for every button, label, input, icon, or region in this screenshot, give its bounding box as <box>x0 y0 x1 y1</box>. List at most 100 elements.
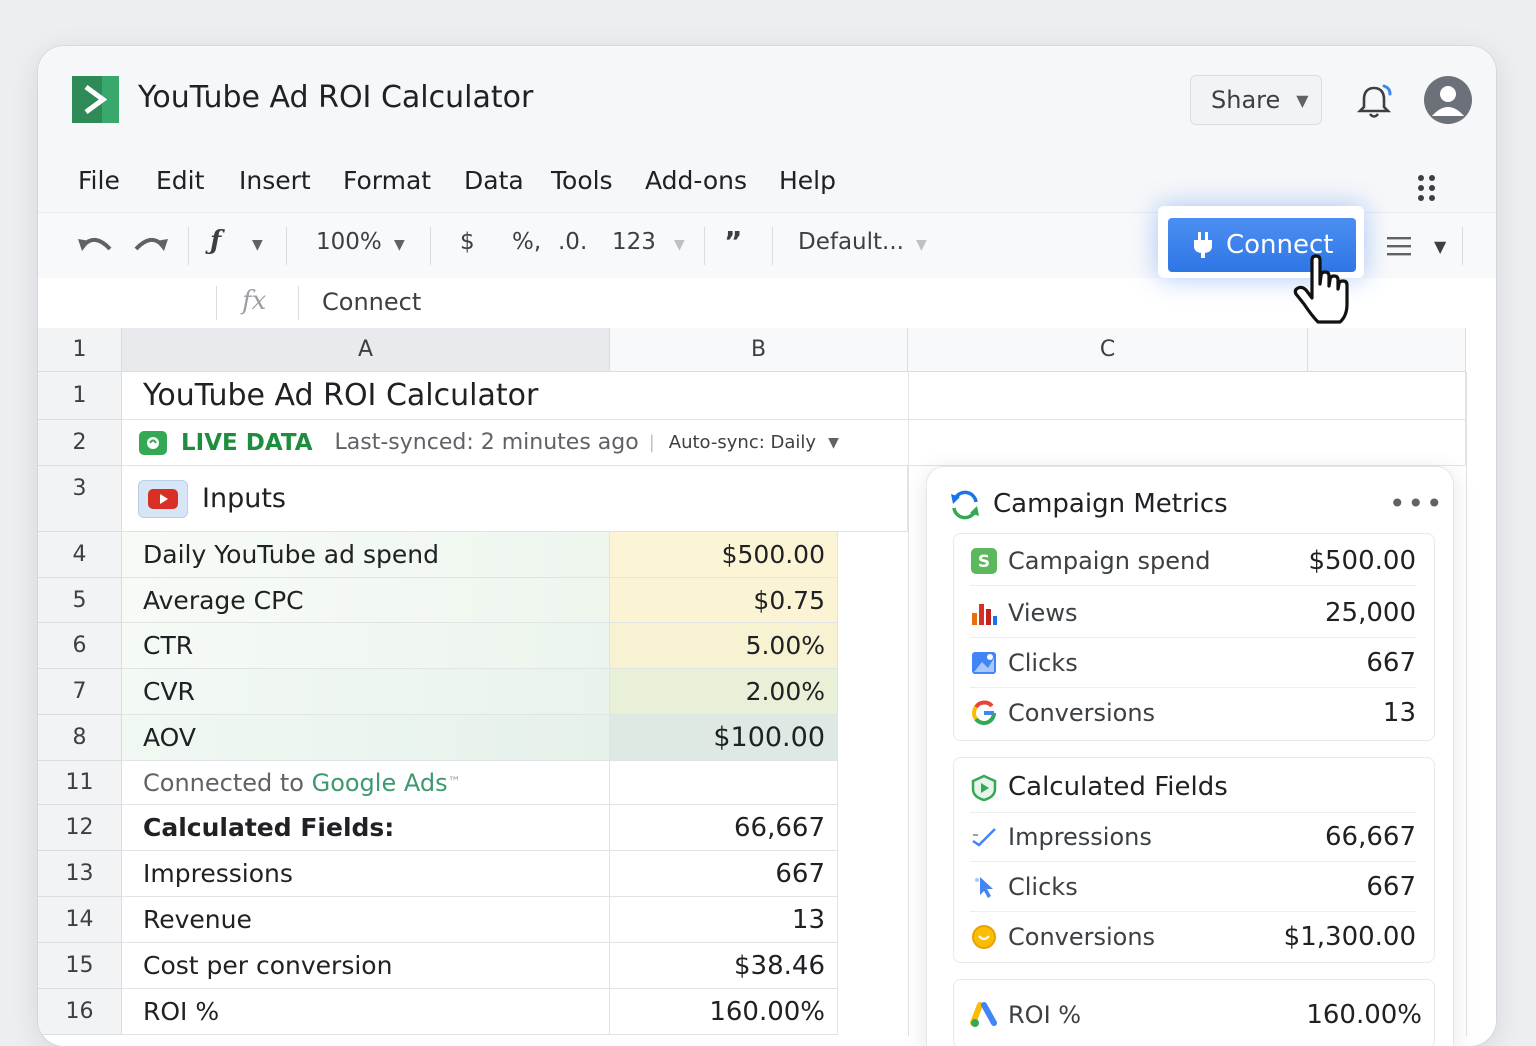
grid-line <box>908 372 909 466</box>
calculated-fields-title: Calculated Fields <box>1008 772 1228 802</box>
live-data-cell[interactable]: LIVE DATA Last-synced: 2 minutes ago | A… <box>122 420 1466 466</box>
apps-grid-icon[interactable] <box>1416 174 1438 202</box>
input-label-cell[interactable]: Average CPC <box>122 578 610 623</box>
trademark-mark: ™ <box>447 775 461 790</box>
row-header[interactable]: 2 <box>38 420 122 466</box>
row-header[interactable]: 12 <box>38 805 122 851</box>
align-menu-icon[interactable] <box>1386 235 1412 257</box>
campaign-card: S Campaign spend $500.00 Views 25,000 Cl… <box>953 533 1435 741</box>
calc-label-cell[interactable]: Revenue <box>122 897 610 943</box>
bar-chart-icon <box>970 599 998 627</box>
corner-cell[interactable]: 1 <box>38 328 122 372</box>
row-header[interactable]: 7 <box>38 669 122 715</box>
function-icon[interactable]: ƒ <box>210 226 221 256</box>
menu-tools[interactable]: Tools <box>551 166 613 195</box>
menu-file[interactable]: File <box>78 166 120 195</box>
input-label-cell[interactable]: CTR <box>122 623 610 669</box>
calc-value-cell[interactable]: 13 <box>610 897 838 943</box>
metric-row[interactable]: Conversions $1,300.00 <box>970 912 1416 962</box>
google-icon <box>970 699 998 727</box>
metric-row[interactable]: Conversions 13 <box>970 688 1416 738</box>
row-header[interactable]: 8 <box>38 715 122 761</box>
user-avatar-icon[interactable] <box>1424 76 1472 124</box>
calc-label-cell[interactable]: Cost per conversion <box>122 943 610 989</box>
zoom-chevron-icon[interactable]: ▼ <box>394 237 405 253</box>
column-header-b[interactable]: B <box>610 328 908 372</box>
column-header-c[interactable]: C <box>908 328 1308 372</box>
input-value-cell[interactable]: $0.75 <box>610 578 838 623</box>
input-label-cell[interactable]: Daily YouTube ad spend <box>122 532 610 578</box>
calc-label-cell[interactable]: ROI % <box>122 989 610 1035</box>
grid-line <box>1466 372 1467 1036</box>
zoom-select[interactable]: 100% <box>316 229 382 255</box>
roi-label: ROI % <box>1008 1001 1082 1029</box>
menu-data[interactable]: Data <box>464 166 524 195</box>
calc-value-cell[interactable]: 667 <box>610 851 838 897</box>
decimal-format-button[interactable]: .0. <box>558 229 587 255</box>
autosync-select[interactable]: Auto-sync: Daily <box>669 432 816 453</box>
notification-bell-icon[interactable] <box>1354 82 1394 122</box>
metric-row[interactable]: Clicks 667 <box>970 638 1416 688</box>
font-chevron-icon[interactable]: ▼ <box>916 237 927 253</box>
function-dropdown-icon[interactable]: ▼ <box>252 237 263 253</box>
inputs-header-cell[interactable]: Inputs <box>122 466 908 532</box>
row-header[interactable]: 11 <box>38 761 122 805</box>
row-header[interactable]: 13 <box>38 851 122 897</box>
metric-value: $500.00 <box>1308 545 1416 576</box>
input-value-cell[interactable]: 2.00% <box>610 669 838 715</box>
metric-row[interactable]: Impressions 66,667 <box>970 812 1416 862</box>
row-header[interactable]: 1 <box>38 372 122 420</box>
number-format-chevron-icon[interactable]: ▼ <box>674 237 685 253</box>
undo-icon[interactable] <box>76 231 114 259</box>
calc-value-cell[interactable]: $38.46 <box>610 943 838 989</box>
input-value-cell[interactable]: $500.00 <box>610 532 838 578</box>
menu-add-ons[interactable]: Add-ons <box>645 166 747 195</box>
percent-format-button[interactable]: %, <box>512 229 541 255</box>
menu-insert[interactable]: Insert <box>239 166 311 195</box>
input-label-cell[interactable]: CVR <box>122 669 610 715</box>
calc-label-cell[interactable]: Impressions <box>122 851 610 897</box>
metric-row[interactable]: S Campaign spend $500.00 <box>970 536 1416 586</box>
share-button[interactable]: Share ▼ <box>1190 75 1322 125</box>
menu-format[interactable]: Format <box>343 166 431 195</box>
row-header[interactable]: 3 <box>38 466 122 532</box>
plug-icon <box>1194 232 1212 258</box>
coin-icon <box>970 923 998 951</box>
empty-cell[interactable] <box>610 761 838 805</box>
refresh-icon[interactable] <box>949 489 981 521</box>
roi-row[interactable]: ROI % 160.00% <box>970 990 1422 1040</box>
row-header[interactable]: 14 <box>38 897 122 943</box>
input-value-cell[interactable]: $100.00 <box>610 715 838 761</box>
sheet-title-cell[interactable]: YouTube Ad ROI Calculator <box>122 372 1466 420</box>
formula-input[interactable]: Connect <box>322 288 421 316</box>
row-header[interactable]: 5 <box>38 578 122 623</box>
currency-format-button[interactable]: $ <box>460 229 475 255</box>
input-label-cell[interactable]: AOV <box>122 715 610 761</box>
row-header[interactable]: 4 <box>38 532 122 578</box>
metric-row[interactable]: Clicks 667 <box>970 862 1416 912</box>
redo-icon[interactable] <box>132 231 170 259</box>
google-ads-link[interactable]: Google Ads <box>312 769 448 797</box>
connected-cell[interactable]: Connected to Google Ads ™ <box>122 761 610 805</box>
metric-value: $1,300.00 <box>1283 922 1416 952</box>
autosync-chevron-icon[interactable]: ▼ <box>828 435 839 451</box>
metric-label: Conversions <box>1008 923 1156 951</box>
calculated-fields-card: Calculated Fields Impressions 66,667 Cli… <box>953 757 1435 963</box>
metric-row[interactable]: Views 25,000 <box>970 588 1416 638</box>
row-header[interactable]: 6 <box>38 623 122 669</box>
menu-edit[interactable]: Edit <box>156 166 204 195</box>
quote-format-button[interactable]: ” <box>724 225 742 258</box>
column-header-d[interactable] <box>1308 328 1466 372</box>
row-header[interactable]: 16 <box>38 989 122 1035</box>
calc-label-cell[interactable]: Calculated Fields: <box>122 805 610 851</box>
number-format-button[interactable]: 123 <box>612 229 656 255</box>
more-tools-chevron-icon[interactable]: ▼ <box>1434 237 1446 256</box>
row-header[interactable]: 15 <box>38 943 122 989</box>
input-value-cell[interactable]: 5.00% <box>610 623 838 669</box>
calc-value-cell[interactable]: 160.00% <box>610 989 838 1035</box>
menu-help[interactable]: Help <box>779 166 836 195</box>
font-select[interactable]: Default... <box>798 229 904 255</box>
column-header-a[interactable]: A <box>122 328 610 372</box>
calc-value-cell[interactable]: 66,667 <box>610 805 838 851</box>
more-options-icon[interactable]: ••• <box>1389 487 1445 520</box>
